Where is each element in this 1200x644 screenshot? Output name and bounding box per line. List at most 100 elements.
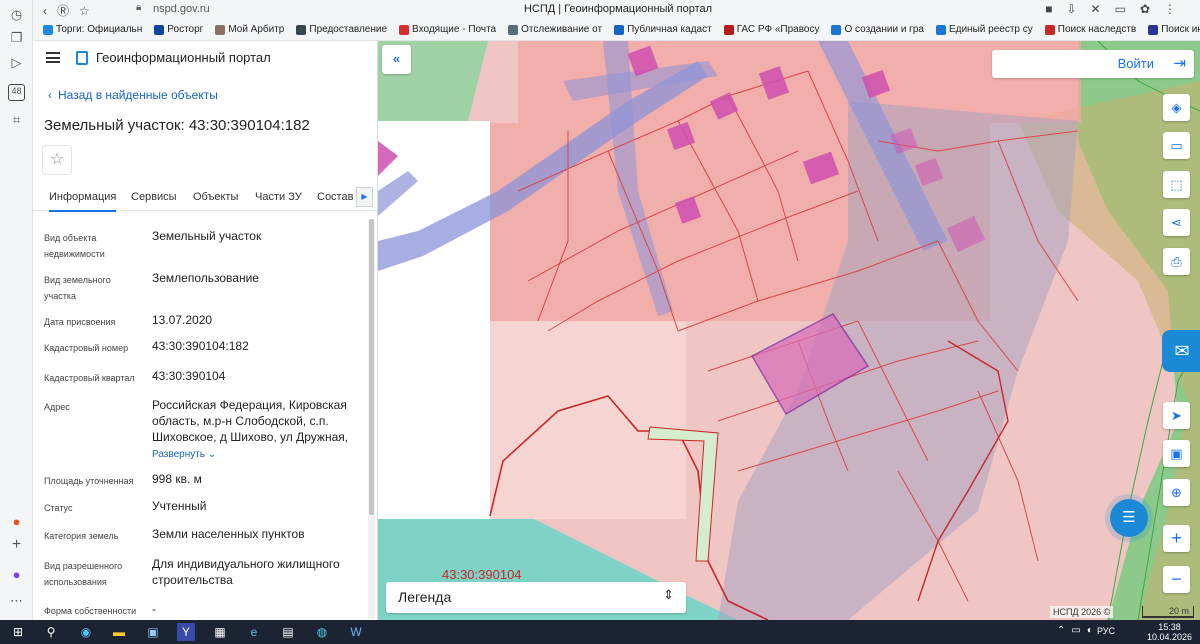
legend-label: Легенда [398, 589, 452, 605]
folder-icon[interactable]: ▬ [110, 623, 128, 641]
field-value: Учтенный [152, 499, 207, 513]
tray-icons[interactable]: ⌃▭◐ [1057, 625, 1099, 636]
alice-icon[interactable]: ● [8, 566, 25, 583]
field-permitted-use: Вид разрешенного использования Для индив… [44, 556, 364, 592]
bookmark-item[interactable]: Поиск индекса — [1148, 24, 1200, 35]
zoom-out-button[interactable]: − [1163, 566, 1190, 593]
field-value: 13.07.2020 [152, 313, 213, 327]
collections-icon[interactable]: ❐ [8, 29, 25, 46]
bookmark-item[interactable]: Предоставление [296, 24, 387, 35]
clock-date: 10.04.2026 [1146, 632, 1192, 642]
legend-dropdown[interactable]: Легенда ⇕ [386, 582, 686, 613]
add-icon[interactable]: + [8, 536, 25, 553]
field-value-wrap: Российская Федерация, Кировская область,… [152, 397, 357, 463]
tab-information[interactable]: Информация [49, 191, 117, 212]
tab-objects[interactable]: Объекты [193, 191, 238, 203]
field-value: Земли населенных пунктов [152, 527, 305, 541]
map-scale: 20 m [1142, 606, 1194, 618]
bookmark-item[interactable]: Мой Арбитр [215, 24, 284, 35]
field-label: Статус [44, 503, 73, 513]
ruler-button[interactable]: ▭ [1163, 132, 1190, 159]
select-area-button[interactable]: ⬚ [1163, 171, 1190, 198]
tab-parts[interactable]: Части ЗУ [255, 191, 302, 203]
menu-icon[interactable] [46, 52, 60, 63]
geolocation-button[interactable]: ➤ [1163, 402, 1190, 429]
field-label: Форма собственности [44, 606, 137, 616]
field-value[interactable]: 43:30:390104 [152, 368, 357, 384]
panel-header: Геоинформационный портал [33, 41, 377, 75]
edge-icon[interactable]: ◉ [77, 623, 95, 641]
chevron-updown-icon: ⇕ [663, 587, 674, 602]
collapse-panel-button[interactable]: « [382, 45, 411, 74]
archive-icon[interactable]: ▦ [211, 623, 229, 641]
field-value: Для индивидуального жилищного строительс… [152, 557, 340, 587]
bookmark-item[interactable]: Входящие - Почта [399, 24, 496, 35]
word-icon[interactable]: W [347, 623, 365, 641]
app-icon[interactable]: ◍ [313, 623, 331, 641]
search-icon[interactable]: ⚲ [42, 623, 60, 641]
bookmark-item[interactable]: О создании и гра [831, 24, 924, 35]
bookmark-item[interactable]: Отслеживание от [508, 24, 602, 35]
windows-taskbar: ⊞ ⚲ ◉ ▬ ▣ Y ▦ e ▤ ◍ W ⌃▭◐ РУС 15:38 10.0… [0, 620, 1200, 644]
login-button[interactable]: Войти ⇥ [992, 50, 1194, 78]
layers-button[interactable]: ◈ [1163, 94, 1190, 121]
play-icon[interactable]: ▷ [8, 54, 25, 71]
tabs-scroll-right-icon[interactable]: ▶ [356, 187, 373, 207]
print-button[interactable]: ⎙ [1163, 248, 1190, 275]
favorite-star-button[interactable]: ☆ [42, 145, 72, 175]
share-button[interactable]: ⋖ [1163, 209, 1190, 236]
bookmark-favicon-icon [154, 24, 165, 35]
calendar-badge-icon[interactable]: 48 [8, 84, 25, 101]
bookmark-label: Единый реестр су [948, 24, 1033, 35]
map-canvas[interactable] [378, 41, 1200, 620]
minimap-button[interactable]: ▣ [1163, 440, 1190, 467]
zoom-in-button[interactable]: + [1163, 525, 1190, 552]
expand-address-link[interactable]: Развернуть ⌄ [152, 447, 357, 463]
field-value[interactable]: 43:30:390104:182 [152, 338, 357, 354]
panel-scrollbar-thumb[interactable] [369, 219, 374, 515]
bookmark-label: Отслеживание от [521, 24, 603, 35]
bookmark-favicon-icon [723, 24, 734, 35]
find-location-button[interactable]: ⊕ [1163, 479, 1190, 506]
info-tabs: Информация Сервисы Объекты Части ЗУ Сост… [33, 183, 377, 212]
bookmark-item[interactable]: Торги: Официальн [43, 24, 142, 35]
bookmark-item[interactable]: ГАС РФ «Правосу [723, 24, 819, 35]
start-icon[interactable]: ⊞ [9, 623, 27, 641]
keyboard-language[interactable]: РУС [1097, 626, 1115, 636]
support-chat-tab[interactable]: ✉ [1162, 330, 1200, 372]
bookmark-label: Поиск наследств [1057, 24, 1137, 35]
clock[interactable]: 15:38 10.04.2026 [1147, 622, 1192, 642]
bookmark-item[interactable]: Росторг [154, 24, 203, 35]
history-icon[interactable]: ◷ [8, 6, 25, 23]
map-view[interactable]: « Войти ⇥ ◈ ▭ ⬚ ⋖ ⎙ ✉ ➤ ▣ ⊕ + − ☰ 43:30:… [378, 41, 1200, 620]
chevron-down-icon: ⌄ [207, 449, 217, 460]
field-ownership: Форма собственности - [44, 601, 364, 620]
field-land-category: Категория земель Земли населенных пункто… [44, 526, 364, 546]
bookmark-favicon-icon [296, 24, 307, 35]
bookmark-label: Мой Арбитр [228, 24, 285, 35]
mail-app-icon[interactable]: ● [8, 513, 25, 530]
app-icon[interactable]: ▤ [279, 623, 297, 641]
bookmark-item[interactable]: Единый реестр су [935, 24, 1033, 35]
tab-composition[interactable]: Состав [317, 191, 353, 203]
ie-icon[interactable]: e [245, 623, 263, 641]
field-value: Российская Федерация, Кировская область,… [152, 398, 349, 444]
browser-toolbar-icons[interactable]: ■⇩✕▭✿⋮ [1045, 2, 1190, 16]
field-address: Адрес Российская Федерация, Кировская об… [44, 397, 364, 467]
nav-buttons[interactable]: ‹Ⓡ☆ [43, 2, 100, 19]
address-bar[interactable]: nspd.gov.ru [153, 3, 210, 15]
chat-button[interactable]: ☰ [1110, 499, 1148, 537]
yandex-browser-icon[interactable]: Y [177, 623, 195, 641]
login-label: Войти [1117, 56, 1154, 71]
portal-title: Геоинформационный портал [96, 50, 271, 65]
tab-services[interactable]: Сервисы [131, 191, 177, 203]
clock-time: 15:38 [1158, 622, 1181, 632]
bookmark-item[interactable]: Публичная кадаст [614, 24, 712, 35]
field-label: Вид земельного участка [44, 275, 111, 301]
camera-icon[interactable]: ⌗ [8, 111, 25, 128]
back-to-results-link[interactable]: ‹ Назад в найденные объекты [48, 88, 224, 102]
more-icon[interactable]: ⋯ [8, 592, 25, 609]
bookmark-item[interactable]: Поиск наследств [1044, 24, 1137, 35]
save-app-icon[interactable]: ▣ [144, 623, 162, 641]
field-label: Категория земель [44, 531, 119, 541]
